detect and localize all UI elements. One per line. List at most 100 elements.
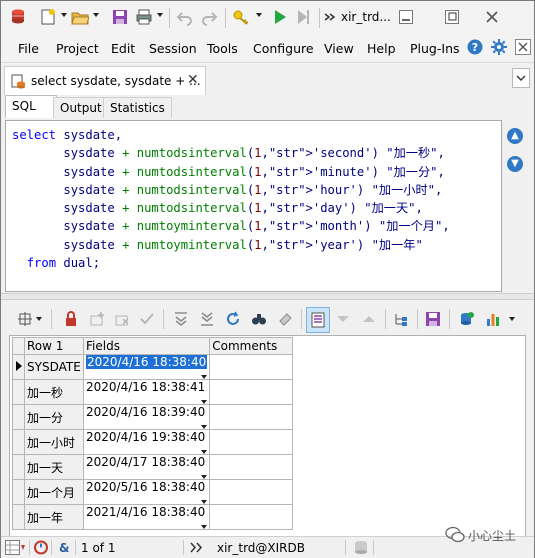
comment-cell[interactable] <box>209 479 294 505</box>
single-record-view-toggle[interactable] <box>306 307 330 333</box>
refresh-icon[interactable] <box>225 311 241 327</box>
key-dropdown-icon[interactable] <box>256 13 262 17</box>
comment-cell[interactable] <box>209 379 294 405</box>
field-value-cell[interactable]: 2020/4/17 18:38:40 <box>82 454 211 480</box>
field-value[interactable]: 2020/4/16 18:39:40 <box>86 405 205 419</box>
field-value-cell[interactable]: 2020/4/16 18:39:40 <box>82 404 211 430</box>
splitter[interactable] <box>1 293 534 300</box>
chevron-down-icon[interactable] <box>201 425 208 429</box>
column-header-fields[interactable]: Fields <box>82 337 211 355</box>
key-icon[interactable] <box>232 8 250 26</box>
close-doc-icon[interactable] <box>515 39 531 55</box>
menu-configure[interactable]: Configure <box>253 41 314 56</box>
menu-project[interactable]: Project <box>56 41 99 56</box>
document-tab[interactable]: select sysdate, sysdate + ... ✕ <box>4 66 206 95</box>
menu-view[interactable]: View <box>324 41 354 56</box>
tab-output[interactable]: Output <box>53 97 109 118</box>
comment-cell[interactable] <box>209 504 294 530</box>
field-value-cell[interactable]: 2020/4/16 19:38:40 <box>82 429 211 455</box>
chevron-down-icon[interactable] <box>201 500 208 504</box>
run-icon[interactable] <box>271 8 289 26</box>
save-icon[interactable] <box>111 8 129 26</box>
field-value-cell[interactable]: 2021/4/16 18:38:40 <box>82 504 211 530</box>
expand-down-icon[interactable] <box>335 311 351 327</box>
export-save-icon[interactable] <box>425 311 441 327</box>
table-row[interactable]: 加一年 2021/4/16 18:38:40 <box>12 504 294 530</box>
filter-icon[interactable] <box>17 311 33 327</box>
new-dropdown-icon[interactable] <box>61 13 67 17</box>
code-line[interactable]: select sysdate, <box>12 126 450 144</box>
menu-plugins[interactable]: Plug-Ins <box>410 41 460 56</box>
tab-sql[interactable]: SQL <box>5 95 57 118</box>
collapse-up-icon[interactable] <box>361 311 377 327</box>
tab-list-button[interactable] <box>512 68 530 88</box>
field-value[interactable]: 2020/4/16 18:38:40 <box>86 355 208 369</box>
row-indicator[interactable] <box>12 379 25 405</box>
menu-help[interactable]: Help <box>367 41 396 56</box>
comment-cell[interactable] <box>209 454 294 480</box>
field-value[interactable]: 2020/4/16 18:38:41 <box>86 380 205 394</box>
previous-statement-icon[interactable]: ▲ <box>507 128 523 144</box>
chevron-down-icon[interactable] <box>201 400 208 404</box>
redo-icon[interactable] <box>200 8 218 26</box>
tree-view-icon[interactable] <box>393 311 409 327</box>
restore-icon[interactable] <box>445 10 459 24</box>
close-tab-icon[interactable]: ✕ <box>187 72 199 88</box>
undo-icon[interactable] <box>176 8 194 26</box>
row-indicator[interactable] <box>12 454 25 480</box>
comment-cell[interactable] <box>209 354 294 380</box>
next-statement-icon[interactable]: ▼ <box>507 156 523 172</box>
column-header-comments[interactable]: Comments <box>209 337 294 355</box>
find-icon[interactable] <box>251 311 267 327</box>
chart-icon[interactable] <box>485 311 501 327</box>
field-value-cell[interactable]: 2020/4/16 18:38:41 <box>82 379 211 405</box>
field-value[interactable]: 2020/4/16 19:38:40 <box>86 430 205 444</box>
settings-icon[interactable] <box>491 39 507 55</box>
help-icon[interactable]: ? <box>467 39 483 55</box>
post-changes-icon[interactable] <box>139 311 155 327</box>
field-value-cell[interactable]: 2020/5/16 18:38:40 <box>82 479 211 505</box>
table-row[interactable]: SYSDATE 2020/4/16 18:38:40 <box>12 354 294 380</box>
database-icon[interactable] <box>9 8 27 26</box>
result-grid[interactable]: Row 1 Fields Comments SYSDATE 2020/4/16 1… <box>9 335 526 537</box>
lock-icon[interactable] <box>63 311 79 327</box>
close-window-icon[interactable] <box>485 10 499 24</box>
row-indicator[interactable] <box>12 429 25 455</box>
connection-arrows-icon[interactable] <box>323 8 337 26</box>
comment-cell[interactable] <box>209 404 294 430</box>
field-value-cell[interactable]: 2020/4/16 18:38:40 <box>82 354 211 380</box>
code-line[interactable]: from dual; <box>12 254 450 272</box>
sql-code[interactable]: select sysdate, sysdate + numtodsinterva… <box>12 126 450 272</box>
row-indicator[interactable] <box>12 504 25 530</box>
field-value[interactable]: 2021/4/16 18:38:40 <box>86 505 205 519</box>
add-record-icon[interactable] <box>89 311 105 327</box>
column-header-row[interactable]: Row 1 <box>24 337 84 355</box>
fetch-all-icon[interactable] <box>199 311 215 327</box>
code-line[interactable]: sysdate + numtodsinterval(1,"str">'minut… <box>12 163 450 181</box>
print-dropdown-icon[interactable] <box>157 13 163 17</box>
menu-file[interactable]: File <box>18 41 39 56</box>
last-record-icon[interactable] <box>173 311 189 327</box>
new-file-icon[interactable] <box>39 8 57 26</box>
table-row[interactable]: 加一秒 2020/4/16 18:38:41 <box>12 379 294 405</box>
comment-cell[interactable] <box>209 429 294 455</box>
chevron-down-icon[interactable] <box>201 375 208 379</box>
code-line[interactable]: sysdate + numtodsinterval(1,"str">'day')… <box>12 199 450 217</box>
open-folder-icon[interactable] <box>71 8 89 26</box>
chevron-down-icon[interactable] <box>201 450 208 454</box>
code-line[interactable]: sysdate + numtodsinterval(1,"str">'hour'… <box>12 181 450 199</box>
print-icon[interactable] <box>135 8 153 26</box>
filter-dropdown-icon[interactable] <box>36 317 42 321</box>
clear-icon[interactable] <box>277 311 293 327</box>
open-dropdown-icon[interactable] <box>93 13 99 17</box>
chevron-down-icon[interactable] <box>201 525 208 529</box>
table-row[interactable]: 加一小时 2020/4/16 19:38:40 <box>12 429 294 455</box>
table-row[interactable]: 加一分 2020/4/16 18:39:40 <box>12 404 294 430</box>
code-line[interactable]: sysdate + numtodsinterval(1,"str">'secon… <box>12 144 450 162</box>
field-value[interactable]: 2020/4/17 18:38:40 <box>86 455 205 469</box>
chevron-down-icon[interactable] <box>201 475 208 479</box>
code-line[interactable]: sysdate + numtoyminterval(1,"str">'month… <box>12 217 449 235</box>
chart-dropdown-icon[interactable] <box>509 317 515 321</box>
query-by-example-icon[interactable] <box>459 311 475 327</box>
delete-record-icon[interactable] <box>114 311 130 327</box>
